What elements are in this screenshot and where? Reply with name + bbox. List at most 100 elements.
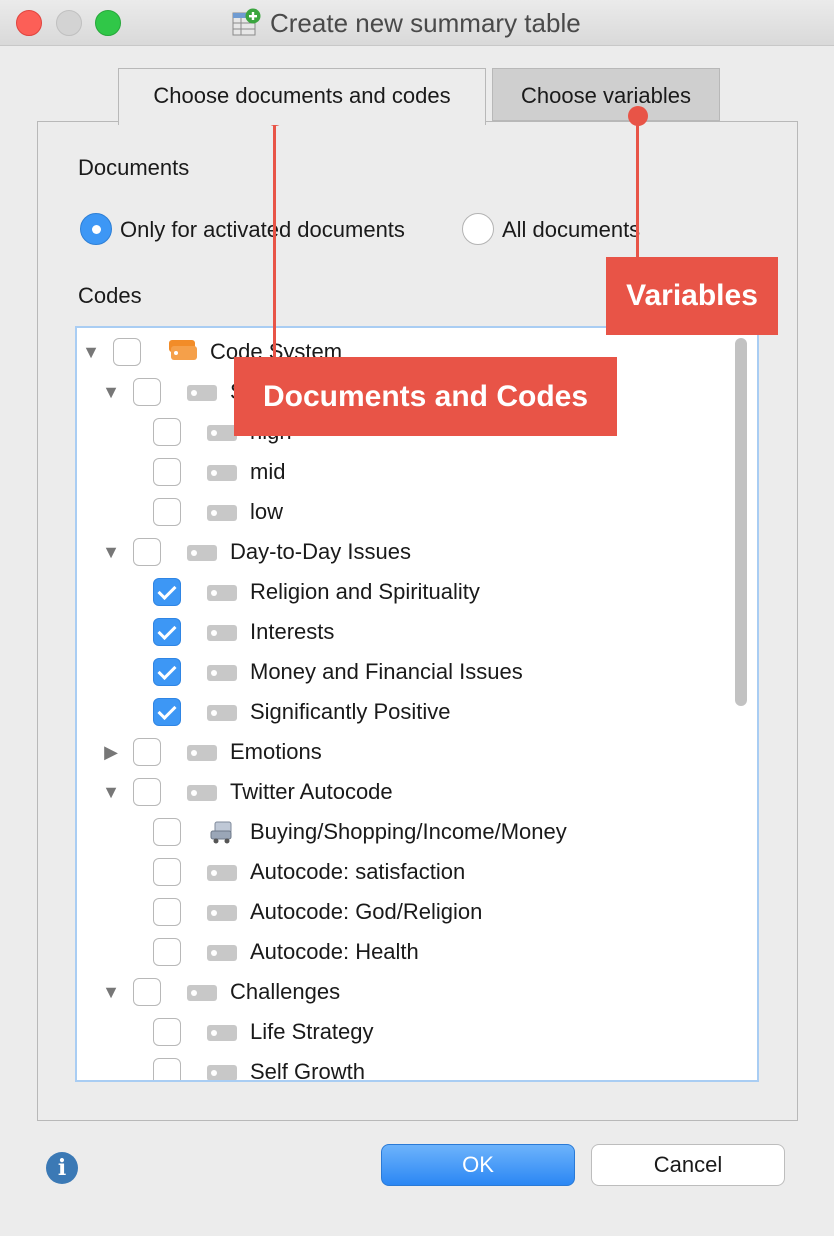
- code-tag-icon: [207, 1025, 237, 1041]
- checkbox[interactable]: [153, 938, 181, 966]
- checkbox-checked[interactable]: [153, 618, 181, 646]
- tree-label: Emotions: [230, 739, 322, 764]
- documents-heading: Documents: [78, 155, 190, 180]
- tree-row[interactable]: Life Strategy: [77, 1012, 727, 1052]
- tree-label: Day-to-Day Issues: [230, 539, 411, 564]
- tree-row[interactable]: Religion and Spirituality: [77, 572, 727, 612]
- window-title: Create new summary table: [270, 8, 581, 38]
- info-icon[interactable]: i: [46, 1152, 78, 1184]
- tree-label: mid: [250, 459, 286, 484]
- tree-row[interactable]: Autocode: God/Religion: [77, 892, 727, 932]
- callout-pointer-line: [273, 114, 276, 359]
- disclosure-expanded-icon[interactable]: ▼: [101, 982, 121, 1003]
- tree-row[interactable]: ▼ Twitter Autocode: [77, 772, 727, 812]
- ok-button[interactable]: OK: [381, 1144, 575, 1186]
- checkbox[interactable]: [133, 538, 161, 566]
- checkbox[interactable]: [153, 458, 181, 486]
- tree-label: Money and Financial Issues: [250, 659, 523, 684]
- tree-label: Autocode: Health: [250, 939, 419, 964]
- tree-scrollbar[interactable]: [733, 332, 753, 1076]
- radio-all-documents-label[interactable]: All documents: [502, 217, 640, 243]
- codes-heading: Codes: [78, 283, 142, 308]
- code-tag-icon: [187, 385, 217, 401]
- tree-label: Significantly Positive: [250, 699, 451, 724]
- close-window-button[interactable]: [16, 10, 42, 36]
- zoom-window-button[interactable]: [95, 10, 121, 36]
- tree-row[interactable]: low: [77, 492, 727, 532]
- tree-row[interactable]: mid: [77, 452, 727, 492]
- callout-pointer-line: [636, 114, 639, 259]
- disclosure-expanded-icon[interactable]: ▼: [101, 782, 121, 803]
- checkbox[interactable]: [153, 1018, 181, 1046]
- code-tag-icon: [207, 945, 237, 961]
- code-tag-icon: [187, 745, 217, 761]
- tree-row[interactable]: Interests: [77, 612, 727, 652]
- tree-label: Self Growth: [250, 1059, 365, 1082]
- checkbox[interactable]: [133, 778, 161, 806]
- radio-activated-documents-label[interactable]: Only for activated documents: [120, 217, 405, 243]
- code-tag-icon: [207, 705, 237, 721]
- code-system-icon: [169, 340, 197, 360]
- tree-label: Interests: [250, 619, 335, 644]
- checkbox[interactable]: [153, 818, 181, 846]
- code-tag-icon: [207, 505, 237, 521]
- callout-variables: Variables: [606, 257, 778, 335]
- checkbox[interactable]: [153, 498, 181, 526]
- tree-label: Buying/Shopping/Income/Money: [250, 819, 567, 844]
- disclosure-collapsed-icon[interactable]: ▶: [101, 742, 121, 763]
- cancel-button[interactable]: Cancel: [591, 1144, 785, 1186]
- tree-label: Challenges: [230, 979, 341, 1004]
- tree-label: low: [250, 499, 284, 524]
- tree-row[interactable]: Self Growth: [77, 1052, 727, 1082]
- code-tag-icon: [187, 545, 217, 561]
- tree-row[interactable]: ▶ Emotions: [77, 732, 727, 772]
- tree-label: Life Strategy: [250, 1019, 374, 1044]
- disclosure-expanded-icon[interactable]: ▼: [81, 342, 101, 363]
- code-tag-icon: [187, 785, 217, 801]
- tree-row[interactable]: Significantly Positive: [77, 692, 727, 732]
- checkbox-checked[interactable]: [153, 658, 181, 686]
- tree-label: Autocode: God/Religion: [250, 899, 483, 924]
- checkbox-checked[interactable]: [153, 698, 181, 726]
- checkbox[interactable]: [113, 338, 141, 366]
- disclosure-expanded-icon[interactable]: ▼: [101, 542, 121, 563]
- code-tree[interactable]: ▼ Code System ▼ S high mid low ▼ Day-: [75, 326, 759, 1082]
- code-tag-icon: [207, 865, 237, 881]
- code-tag-icon: [207, 1065, 237, 1080]
- title-bar: Create new summary table: [0, 0, 834, 46]
- summary-table-icon: [232, 8, 261, 36]
- checkbox-checked[interactable]: [153, 578, 181, 606]
- callout-documents-and-codes: Documents and Codes: [234, 357, 617, 436]
- checkbox[interactable]: [153, 1058, 181, 1080]
- tree-label: Autocode: satisfaction: [250, 859, 466, 884]
- checkbox[interactable]: [133, 738, 161, 766]
- disclosure-expanded-icon[interactable]: ▼: [101, 382, 121, 403]
- code-tag-icon: [207, 665, 237, 681]
- checkbox[interactable]: [153, 858, 181, 886]
- code-tag-icon: [207, 425, 237, 441]
- tab-variables[interactable]: Choose variables: [492, 68, 720, 121]
- code-tag-icon: [207, 905, 237, 921]
- checkbox[interactable]: [153, 418, 181, 446]
- tree-label: Religion and Spirituality: [250, 579, 480, 604]
- tree-row[interactable]: Autocode: Health: [77, 932, 727, 972]
- code-tag-icon: [207, 585, 237, 601]
- tab-documents-and-codes[interactable]: Choose documents and codes: [118, 68, 486, 125]
- code-tag-icon: [187, 985, 217, 1001]
- code-tag-icon: [207, 625, 237, 641]
- tree-row[interactable]: Money and Financial Issues: [77, 652, 727, 692]
- radio-all-documents[interactable]: [462, 213, 494, 245]
- shopping-cart-icon: [210, 821, 232, 844]
- minimize-window-button[interactable]: [56, 10, 82, 36]
- code-tag-icon: [207, 465, 237, 481]
- tree-row[interactable]: ▼ Challenges: [77, 972, 727, 1012]
- checkbox[interactable]: [133, 378, 161, 406]
- checkbox[interactable]: [133, 978, 161, 1006]
- tree-label: Twitter Autocode: [230, 779, 393, 804]
- tree-row[interactable]: ▼ Day-to-Day Issues: [77, 532, 727, 572]
- radio-activated-documents[interactable]: [80, 213, 112, 245]
- tree-row[interactable]: Buying/Shopping/Income/Money: [77, 812, 727, 852]
- scrollbar-thumb[interactable]: [735, 338, 747, 706]
- tree-row[interactable]: Autocode: satisfaction: [77, 852, 727, 892]
- checkbox[interactable]: [153, 898, 181, 926]
